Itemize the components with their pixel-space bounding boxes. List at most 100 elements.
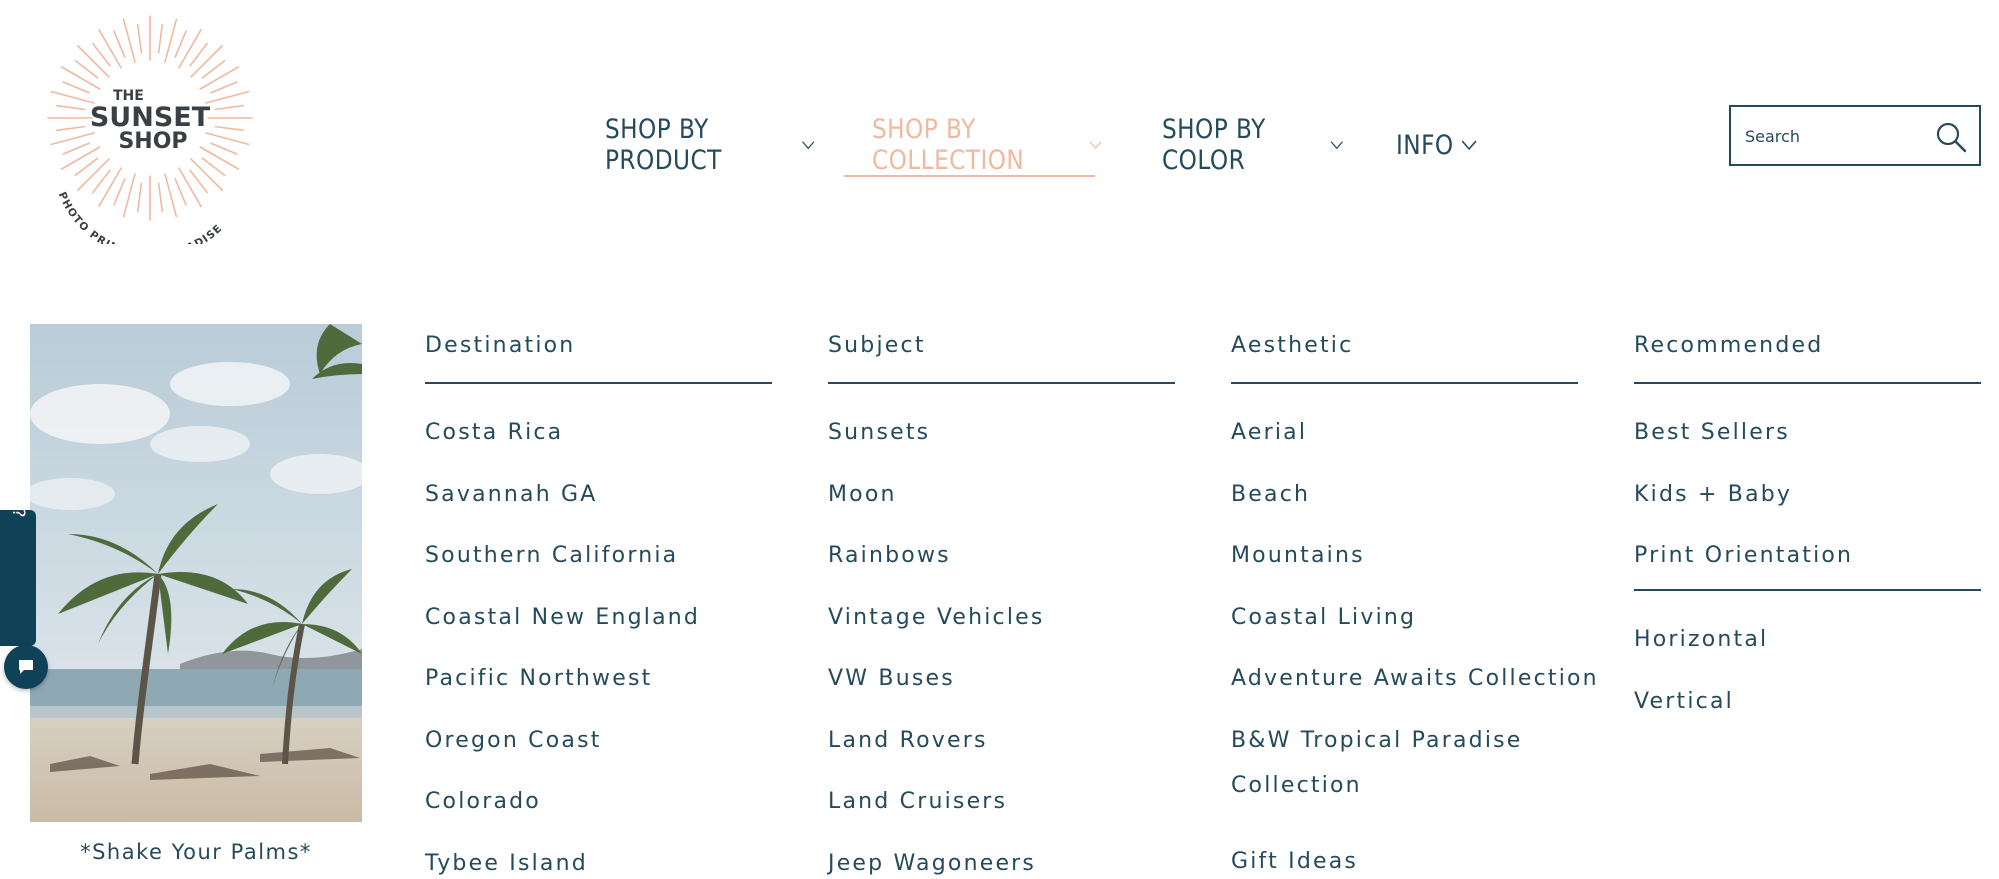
sun-ray — [190, 158, 223, 191]
menu-link[interactable]: Coastal New England — [425, 595, 772, 657]
sun-ray — [210, 142, 238, 155]
menu-link[interactable]: Kids + Baby — [1634, 472, 1981, 534]
menu-link[interactable]: Southern California — [425, 533, 772, 595]
menu-link[interactable]: Beach — [1231, 472, 1578, 534]
sun-ray — [136, 182, 143, 212]
sun-ray — [77, 158, 110, 191]
sun-ray — [62, 142, 90, 155]
sun-ray — [50, 132, 95, 146]
menu-link[interactable]: Colorado — [425, 779, 772, 841]
logo-tagline: PHOTO PRINTS OF PARADISE — [56, 190, 224, 261]
sun-ray — [164, 173, 178, 218]
nav-shop-by-color[interactable]: SHOP BY COLOR — [1162, 114, 1344, 176]
column-divider — [1231, 382, 1578, 384]
nav-shop-by-collection[interactable]: SHOP BY COLLECTION — [872, 114, 1102, 176]
sun-ray — [98, 167, 122, 208]
sun-ray — [157, 24, 164, 54]
sun-ray — [113, 178, 126, 206]
menu-link[interactable]: Gift Ideas — [1231, 839, 1578, 879]
menu-link[interactable]: Tybee Island — [425, 841, 772, 879]
menu-column-subject: Subject Sunsets Moon Rainbows Vintage Ve… — [828, 324, 1175, 879]
sun-ray — [122, 18, 136, 63]
menu-link[interactable]: Savannah GA — [425, 472, 772, 534]
palm-beach-image — [30, 324, 362, 822]
sun-ray — [214, 125, 244, 132]
column-divider — [1634, 382, 1981, 384]
nav-shop-by-color-label: SHOP BY COLOR — [1162, 114, 1266, 176]
site-logo[interactable]: THE SUNSET SHOP PHOTO PRINTS OF PARADISE — [40, 8, 260, 261]
active-nav-underline — [844, 175, 1095, 177]
menu-link[interactable]: Best Sellers — [1634, 410, 1981, 472]
sun-ray — [122, 173, 136, 218]
menu-link[interactable]: Coastal Living — [1231, 595, 1578, 657]
menu-link[interactable]: Horizontal — [1634, 617, 1981, 679]
sun-ray — [136, 24, 143, 54]
menu-column-aesthetic: Aesthetic Aerial Beach Mountains Coastal… — [1231, 324, 1597, 879]
nav-shop-by-collection-label: SHOP BY COLLECTION — [872, 114, 1025, 176]
menu-link[interactable]: B&W Tropical Paradise Collection — [1231, 718, 1531, 839]
menu-link[interactable]: Sunsets — [828, 410, 1175, 472]
menu-link[interactable]: Costa Rica — [425, 410, 772, 472]
sun-ray — [199, 146, 240, 170]
menu-link[interactable]: Rainbows — [828, 533, 1175, 595]
sun-ray — [62, 81, 90, 94]
sun-ray — [157, 182, 164, 212]
main-nav: SHOP BY PRODUCT SHOP BY COLLECTION SHOP … — [605, 114, 1513, 176]
sun-ray — [190, 45, 223, 78]
column-heading[interactable]: Destination — [425, 324, 772, 382]
questions-label: Questions? — [8, 419, 28, 518]
menu-link[interactable]: VW Buses — [828, 656, 1175, 718]
column-heading[interactable]: Recommended — [1634, 324, 1981, 382]
nav-info-label: INFO — [1396, 129, 1454, 161]
sunset-shop-logo-icon: THE SUNSET SHOP PHOTO PRINTS OF PARADISE — [47, 15, 253, 261]
sun-ray — [178, 28, 202, 69]
promo-image[interactable] — [30, 324, 362, 822]
sun-ray — [199, 66, 240, 90]
sun-ray — [205, 90, 250, 104]
nav-shop-by-product[interactable]: SHOP BY PRODUCT — [605, 114, 816, 176]
column-heading[interactable]: Subject — [828, 324, 1175, 382]
menu-link[interactable]: Oregon Coast — [425, 718, 772, 780]
column-divider — [425, 382, 772, 384]
chat-button[interactable] — [4, 645, 48, 689]
chevron-down-icon — [802, 141, 815, 150]
sun-ray — [98, 28, 122, 69]
menu-link[interactable]: Jeep Wagoneers — [828, 841, 1175, 879]
menu-link[interactable]: Vertical — [1634, 679, 1981, 741]
search-box — [1729, 105, 1981, 166]
menu-column-destination: Destination Costa Rica Savannah GA South… — [425, 324, 772, 879]
menu-link[interactable]: Moon — [828, 472, 1175, 534]
nav-shop-by-product-label: SHOP BY PRODUCT — [605, 114, 722, 176]
nav-info[interactable]: INFO — [1396, 130, 1478, 161]
questions-tab[interactable]: Questions? — [0, 419, 36, 646]
sun-ray — [56, 125, 86, 132]
sun-ray — [205, 132, 250, 146]
menu-link[interactable]: Vintage Vehicles — [828, 595, 1175, 657]
sun-ray — [164, 18, 178, 63]
search-icon[interactable] — [1935, 121, 1967, 153]
sun-ray — [60, 146, 101, 170]
menu-link[interactable]: Aerial — [1231, 410, 1578, 472]
sun-ray — [210, 81, 238, 94]
column-divider — [828, 382, 1175, 384]
column-divider — [1634, 589, 1981, 591]
sun-ray — [60, 66, 101, 90]
menu-link[interactable]: Adventure Awaits Collection — [1231, 656, 1597, 718]
promo-caption[interactable]: *Shake Your Palms* — [30, 840, 362, 864]
sun-ray — [214, 104, 244, 111]
search-input[interactable] — [1745, 121, 1925, 151]
sun-ray — [77, 45, 110, 78]
menu-link[interactable]: Mountains — [1231, 533, 1578, 595]
chat-icon — [19, 660, 33, 674]
chevron-down-icon — [1461, 140, 1477, 151]
menu-column-recommended: Recommended Best Sellers Kids + Baby Pri… — [1634, 324, 1981, 740]
chevron-down-icon — [1089, 141, 1102, 150]
column-subheading[interactable]: Print Orientation — [1634, 543, 1981, 589]
column-heading[interactable]: Aesthetic — [1231, 324, 1578, 382]
svg-text:PHOTO PRINTS OF PARADISE: PHOTO PRINTS OF PARADISE — [56, 190, 225, 244]
menu-link[interactable]: Land Rovers — [828, 718, 1175, 780]
menu-link[interactable]: Land Cruisers — [828, 779, 1175, 841]
menu-link[interactable]: Pacific Northwest — [425, 656, 772, 718]
sun-ray — [178, 167, 202, 208]
menu-link-line: B&W Tropical Paradise — [1231, 727, 1523, 753]
